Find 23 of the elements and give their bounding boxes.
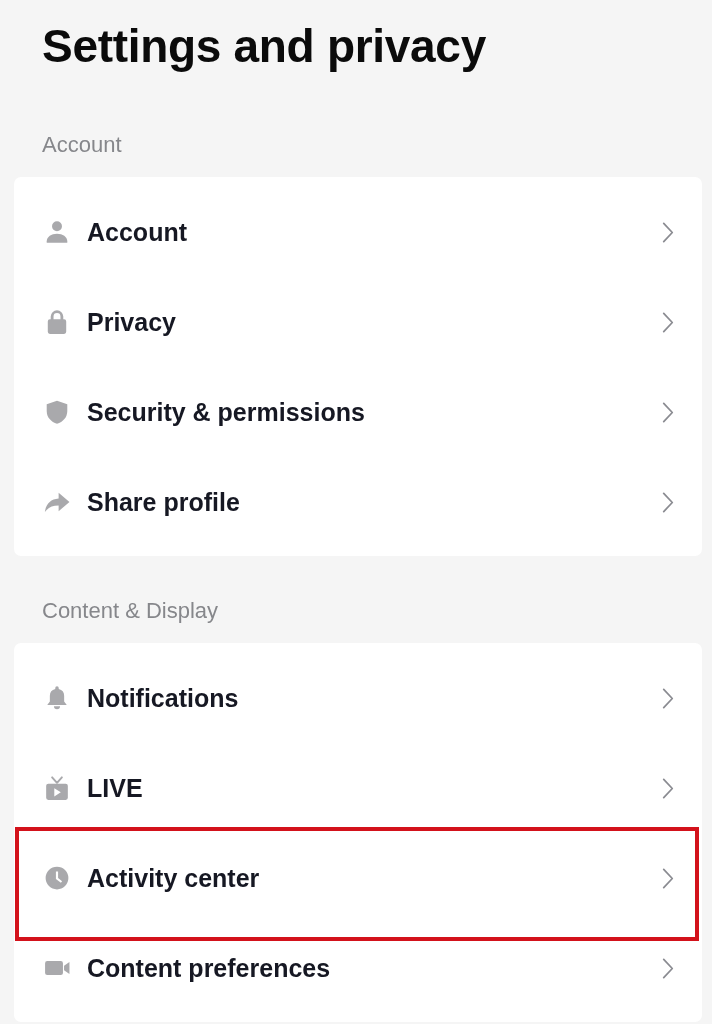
shield-icon [44,399,70,425]
section-heading: Account [42,131,123,159]
chevron-icon [662,957,674,979]
settings-item[interactable]: Content preferences [14,923,702,1013]
person-icon [44,219,70,245]
settings-item[interactable]: Activity center [14,833,702,923]
settings-item[interactable]: Privacy [14,277,702,367]
clock-icon [44,865,70,891]
chevron-icon [662,867,674,889]
tv-play-icon [44,775,70,801]
section-heading: Content & Display [42,597,220,625]
settings-item[interactable]: Account [14,187,702,277]
settings-item[interactable]: Share profile [14,457,702,547]
settings-item[interactable]: LIVE [14,743,702,833]
chevron-icon [662,401,674,423]
settings-item[interactable]: Security & permissions [14,367,702,457]
chevron-icon [662,491,674,513]
chevron-icon [662,221,674,243]
page-title: Settings and privacy [41,19,487,74]
settings-item[interactable]: Notifications [14,653,702,743]
chevron-icon [662,687,674,709]
chevron-icon [662,777,674,799]
chevron-icon [662,311,674,333]
